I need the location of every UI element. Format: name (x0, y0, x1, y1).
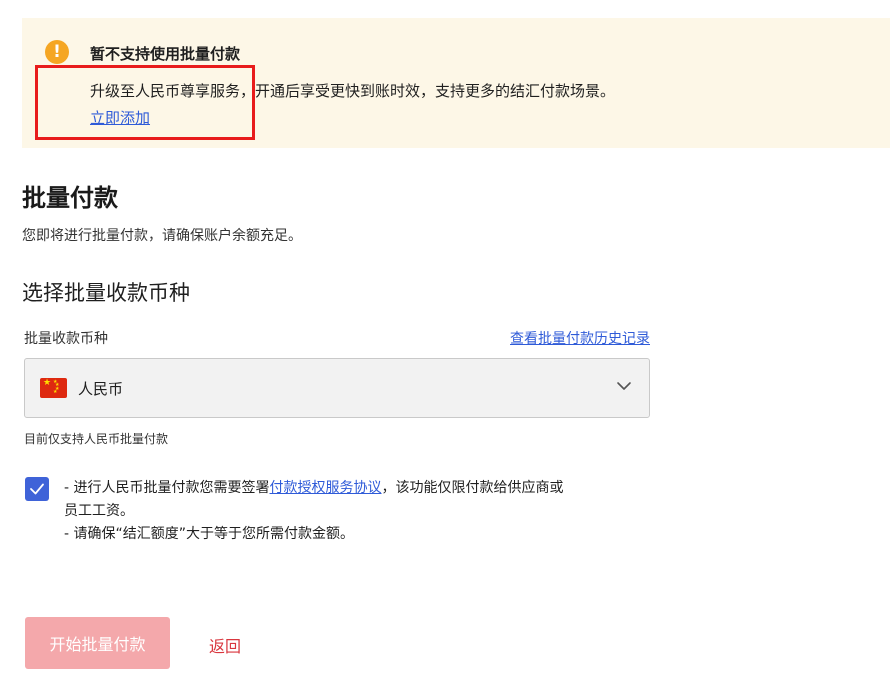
add-now-link[interactable]: 立即添加 (90, 107, 150, 128)
back-link[interactable]: 返回 (209, 633, 241, 657)
chevron-down-icon (617, 382, 631, 390)
agreement-link[interactable]: 付款授权服务协议 (270, 480, 382, 496)
china-flag-icon: ★ ★ ★ ★ ★ (40, 378, 67, 398)
page-title: 批量付款 (22, 184, 118, 212)
start-batch-payment-button[interactable]: 开始批量付款 (25, 617, 170, 669)
agreement-checkbox[interactable] (25, 477, 49, 501)
payment-history-link[interactable]: 查看批量付款历史记录 (510, 328, 650, 348)
currency-field-label: 批量收款币种 (24, 331, 108, 347)
currency-hint: 目前仅支持人民币批量付款 (24, 432, 169, 446)
agreement-line-3: - 请确保“结汇额度”大于等于您所需付款金额。 (64, 526, 355, 542)
banner-title: 暂不支持使用批量付款 (90, 45, 241, 63)
agreement-prefix: - 进行人民币批量付款您需要签署 (64, 480, 270, 496)
agreement-text: - 进行人民币批量付款您需要签署付款授权服务协议，该功能仅限付款给供应商或 员工… (64, 477, 644, 546)
currency-section-title: 选择批量收款币种 (22, 281, 190, 305)
selected-currency: 人民币 (78, 380, 124, 398)
check-icon (30, 483, 44, 495)
agreement-suffix: ，该功能仅限付款给供应商或 (381, 480, 564, 496)
batch-payment-page: ! 暂不支持使用批量付款 升级至人民币尊享服务，开通后享受更快到账时效，支持更多… (0, 0, 890, 689)
warning-icon: ! (45, 40, 69, 64)
page-subtitle: 您即将进行批量付款，请确保账户余额充足。 (22, 228, 302, 244)
currency-select[interactable]: ★ ★ ★ ★ ★ 人民币 (24, 358, 650, 418)
agreement-line-2: 员工工资。 (64, 503, 134, 519)
agreement-line-1: - 进行人民币批量付款您需要签署付款授权服务协议，该功能仅限付款给供应商或 (64, 477, 644, 500)
banner-description: 升级至人民币尊享服务，开通后享受更快到账时效，支持更多的结汇付款场景。 (90, 82, 616, 100)
